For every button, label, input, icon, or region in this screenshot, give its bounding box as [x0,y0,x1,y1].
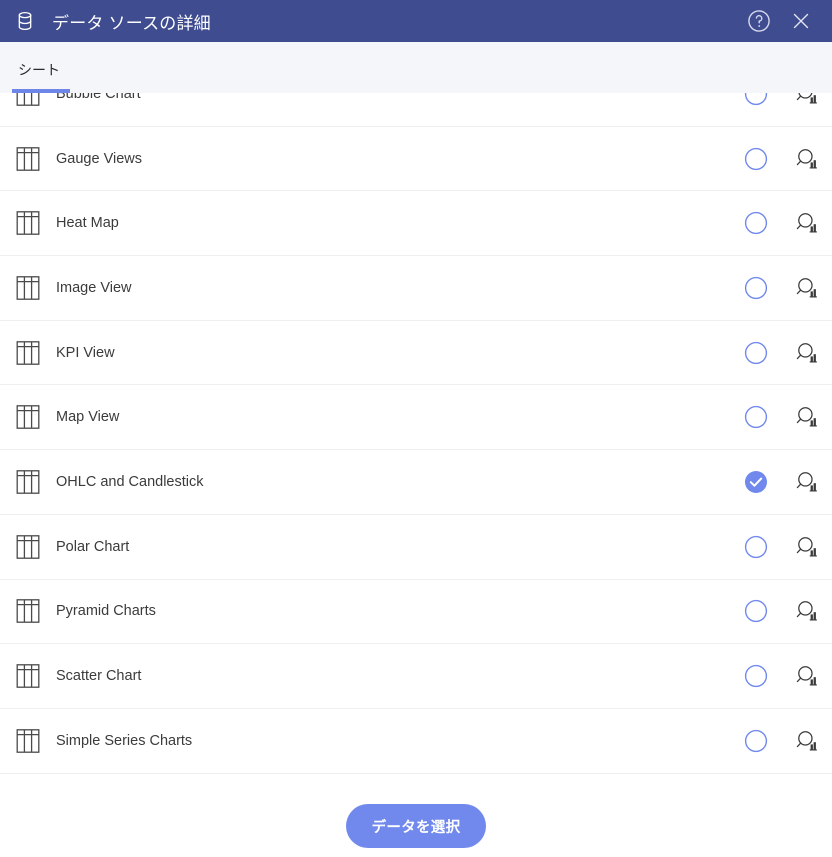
tab-sheet[interactable]: シート [0,42,82,93]
table-grid-icon [16,534,40,560]
radio-unchecked-icon[interactable] [744,93,768,106]
radio-unchecked-icon[interactable] [744,211,768,235]
list-item-selected[interactable]: OHLC and Candlestick [0,450,832,515]
data-preview-magnifier-chart-icon[interactable] [794,728,820,754]
radio-unchecked-icon[interactable] [744,535,768,559]
table-grid-icon [16,728,40,754]
table-grid-icon [16,146,40,172]
list-item-label: Map View [56,409,120,426]
sheet-list: Bubble Chart Gauge Views Heat Map Image … [0,93,832,774]
list-item[interactable]: Image View [0,256,832,321]
table-grid-icon [16,663,40,689]
data-preview-magnifier-chart-icon[interactable] [794,534,820,560]
list-item[interactable]: Heat Map [0,191,832,257]
list-item[interactable]: Simple Series Charts [0,708,832,774]
table-grid-icon [16,404,40,430]
list-item[interactable]: Scatter Chart [0,644,832,709]
data-preview-magnifier-chart-icon[interactable] [794,404,820,430]
list-item[interactable]: Gauge Views [0,126,832,192]
list-item-label: KPI View [56,344,115,361]
radio-checked-icon[interactable] [744,470,768,494]
list-item-label: Simple Series Charts [56,732,193,749]
data-preview-magnifier-chart-icon[interactable] [794,340,820,366]
data-preview-magnifier-chart-icon[interactable] [794,210,820,236]
list-item[interactable]: Bubble Chart [0,93,832,127]
data-preview-magnifier-chart-icon[interactable] [794,469,820,495]
data-preview-magnifier-chart-icon[interactable] [794,598,820,624]
table-grid-icon [16,469,40,495]
data-preview-magnifier-chart-icon[interactable] [794,146,820,172]
list-item[interactable]: Polar Chart [0,514,832,580]
close-icon[interactable] [786,6,816,36]
list-item-label: Bubble Chart [56,93,141,102]
table-grid-icon [16,210,40,236]
list-item-label: Polar Chart [56,538,130,555]
radio-unchecked-icon[interactable] [744,405,768,429]
sheet-list-scroll-area[interactable]: Bubble Chart Gauge Views Heat Map Image … [0,93,832,795]
radio-unchecked-icon[interactable] [744,599,768,623]
table-grid-icon [16,275,40,301]
database-icon [14,10,52,32]
list-item-label: OHLC and Candlestick [56,473,204,490]
radio-unchecked-icon[interactable] [744,147,768,171]
table-grid-icon [16,93,40,107]
list-item-label: Heat Map [56,215,119,232]
list-item-label: Pyramid Charts [56,603,156,620]
data-preview-magnifier-chart-icon[interactable] [794,93,820,107]
table-grid-icon [16,598,40,624]
data-source-details-dialog: データ ソースの詳細 シート Bubble Chart Gauge Views … [0,0,832,857]
select-data-button[interactable]: データを選択 [345,804,487,848]
data-preview-magnifier-chart-icon[interactable] [794,275,820,301]
radio-unchecked-icon[interactable] [744,276,768,300]
dialog-footer: データを選択 [0,795,832,857]
data-preview-magnifier-chart-icon[interactable] [794,663,820,689]
tab-sheet-label: シート [18,62,60,78]
dialog-title: データ ソースの詳細 [52,13,211,33]
list-item-label: Gauge Views [56,150,142,167]
list-item-label: Scatter Chart [56,668,142,685]
dialog-title-bar: データ ソースの詳細 [0,0,832,42]
list-item[interactable]: Map View [0,385,832,451]
tab-bar: シート [0,42,832,93]
radio-unchecked-icon[interactable] [744,341,768,365]
radio-unchecked-icon[interactable] [744,729,768,753]
list-item[interactable]: KPI View [0,320,832,386]
table-grid-icon [16,340,40,366]
radio-unchecked-icon[interactable] [744,664,768,688]
list-item-label: Image View [56,279,132,296]
help-circle-icon[interactable] [744,6,774,36]
list-item[interactable]: Pyramid Charts [0,579,832,645]
